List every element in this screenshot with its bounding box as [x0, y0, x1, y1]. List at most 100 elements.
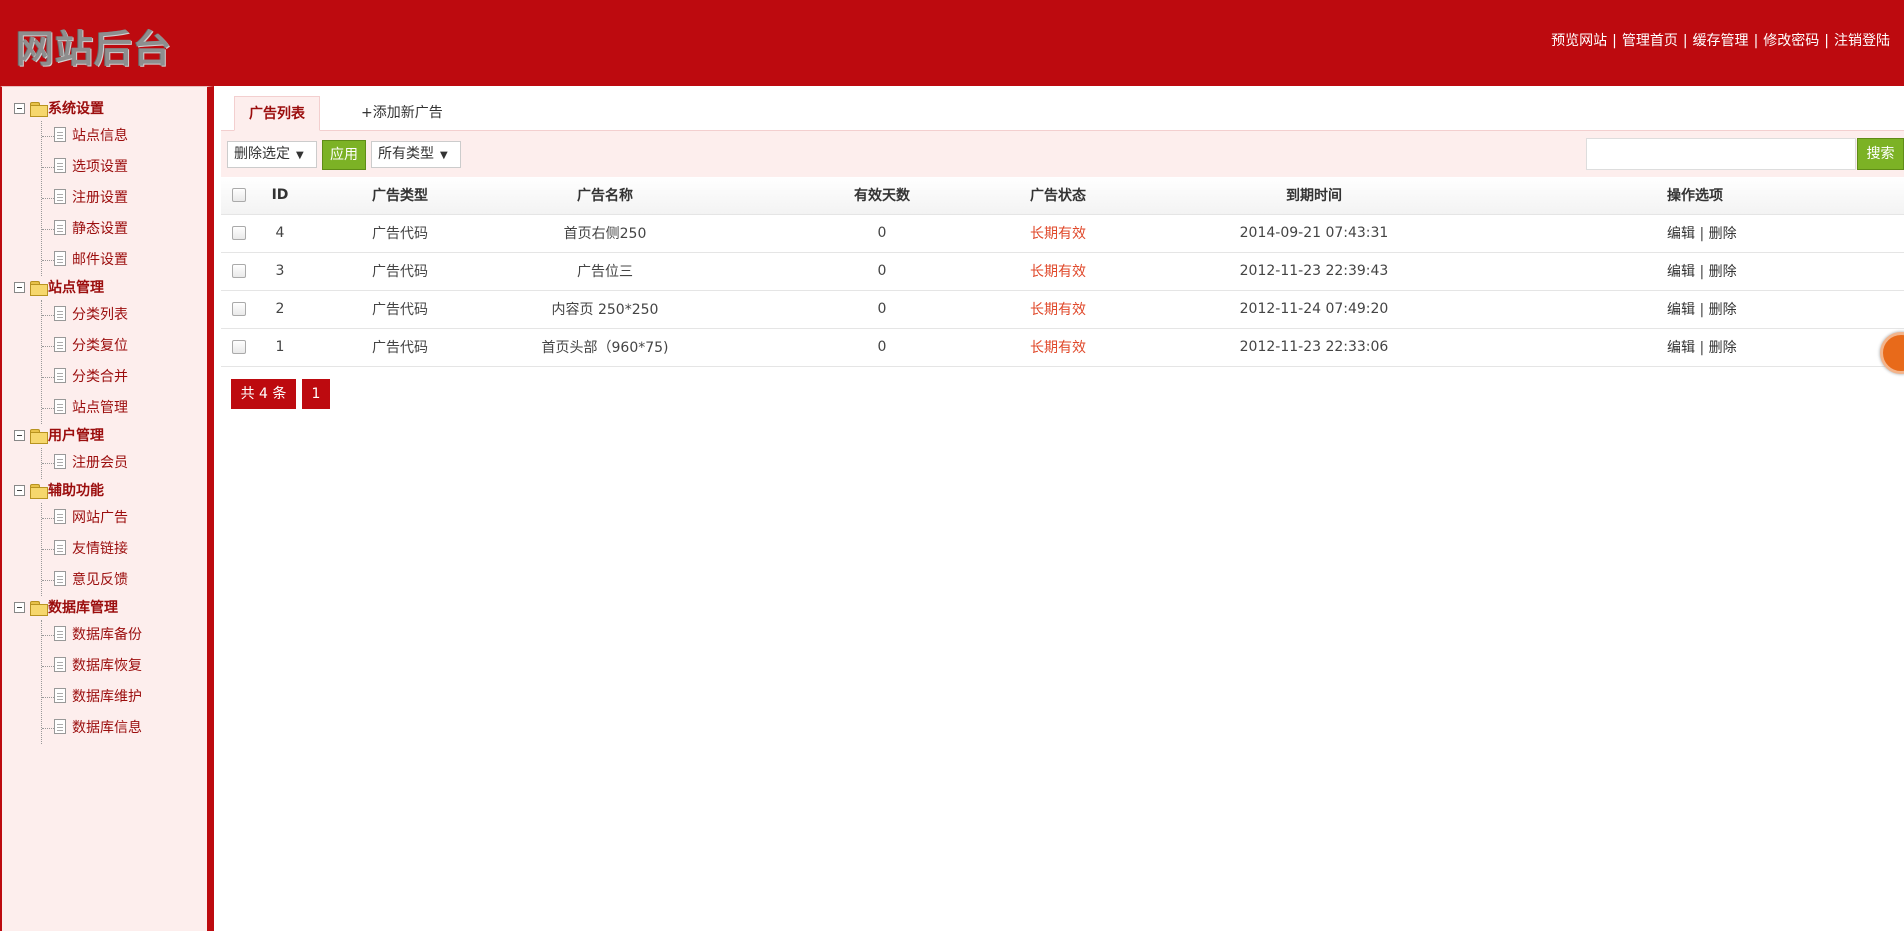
- folder-icon: [30, 429, 48, 444]
- row-checkbox-cell: [221, 290, 257, 329]
- sidebar-item-label: 分类合并: [72, 369, 128, 385]
- row-checkbox[interactable]: [232, 340, 246, 354]
- sidebar-item[interactable]: 数据库信息: [42, 713, 207, 744]
- delete-link[interactable]: 删除: [1709, 264, 1737, 280]
- document-icon: [54, 454, 66, 469]
- col-name[interactable]: 广告名称: [451, 177, 759, 215]
- sidebar-group-title: 站点管理: [48, 280, 104, 296]
- sidebar-item[interactable]: 数据库恢复: [42, 651, 207, 682]
- cell-actions: 编辑 | 删除: [1517, 290, 1904, 329]
- row-checkbox[interactable]: [232, 226, 246, 240]
- preview-site-link[interactable]: 预览网站: [1551, 33, 1607, 49]
- tab-ad-list[interactable]: 广告列表: [234, 96, 320, 131]
- table-row: 2 广告代码 内容页 250*250 0 长期有效 2012-11-24 07:…: [221, 290, 1904, 329]
- collapse-icon[interactable]: [14, 485, 25, 496]
- col-status[interactable]: 广告状态: [1005, 177, 1111, 215]
- sidebar-item-label: 数据库信息: [72, 720, 142, 736]
- sidebar-group-header[interactable]: 用户管理: [2, 424, 207, 448]
- sidebar-group-user: 用户管理 注册会员: [2, 424, 207, 479]
- sidebar-item[interactable]: 网站广告: [42, 503, 207, 534]
- delete-link[interactable]: 删除: [1709, 340, 1737, 356]
- type-filter-select[interactable]: 所有类型 ▼: [371, 141, 461, 168]
- sidebar-item[interactable]: 静态设置: [42, 214, 207, 245]
- sidebar-item-label: 选项设置: [72, 159, 128, 175]
- sidebar-item[interactable]: 友情链接: [42, 534, 207, 565]
- row-checkbox-cell: [221, 252, 257, 291]
- change-password-link[interactable]: 修改密码: [1763, 33, 1819, 49]
- sidebar-item[interactable]: 数据库维护: [42, 682, 207, 713]
- col-actions: 操作选项: [1517, 177, 1904, 215]
- sidebar-group-header[interactable]: 辅助功能: [2, 479, 207, 503]
- sidebar-item[interactable]: 分类合并: [42, 362, 207, 393]
- apply-button[interactable]: 应用: [322, 140, 366, 170]
- document-icon: [54, 189, 66, 204]
- sidebar-item-label: 邮件设置: [72, 252, 128, 268]
- cache-manage-link[interactable]: 缓存管理: [1693, 33, 1749, 49]
- cell-type: 广告代码: [303, 252, 451, 291]
- sidebar-group-header[interactable]: 站点管理: [2, 276, 207, 300]
- sidebar-item-label: 站点信息: [72, 128, 128, 144]
- document-icon: [54, 337, 66, 352]
- sidebar-item[interactable]: 注册会员: [42, 448, 207, 479]
- search-input[interactable]: [1586, 138, 1856, 170]
- edit-link[interactable]: 编辑: [1667, 302, 1695, 318]
- tab-add-ad[interactable]: +添加新广告: [347, 96, 457, 131]
- admin-home-link[interactable]: 管理首页: [1622, 33, 1678, 49]
- folder-icon: [30, 281, 48, 296]
- edit-link[interactable]: 编辑: [1667, 264, 1695, 280]
- sidebar-item[interactable]: 注册设置: [42, 183, 207, 214]
- sidebar-item[interactable]: 数据库备份: [42, 620, 207, 651]
- document-icon: [54, 127, 66, 142]
- sidebar-item-label: 数据库备份: [72, 627, 142, 643]
- collapse-icon[interactable]: [14, 282, 25, 293]
- col-expire[interactable]: 到期时间: [1111, 177, 1517, 215]
- page-button[interactable]: 1: [302, 379, 330, 409]
- sidebar-group-header[interactable]: 系统设置: [2, 97, 207, 121]
- main-content: 广告列表 +添加新广告 删除选定 ▼ 应用 所有类型 ▼ 搜索 ID 广告类型 广告…: [221, 86, 1904, 931]
- cell-type: 广告代码: [303, 328, 451, 367]
- table-row: 3 广告代码 广告位三 0 长期有效 2012-11-23 22:39:43 编…: [221, 252, 1904, 291]
- document-icon: [54, 571, 66, 586]
- row-checkbox[interactable]: [232, 302, 246, 316]
- delete-link[interactable]: 删除: [1709, 226, 1737, 242]
- col-days[interactable]: 有效天数: [759, 177, 1005, 215]
- sidebar-item[interactable]: 站点信息: [42, 121, 207, 152]
- col-type[interactable]: 广告类型: [303, 177, 451, 215]
- sidebar-item[interactable]: 分类列表: [42, 300, 207, 331]
- sidebar-item[interactable]: 选项设置: [42, 152, 207, 183]
- op-separator: |: [1699, 264, 1705, 280]
- sidebar-item-label: 数据库恢复: [72, 658, 142, 674]
- sidebar-item[interactable]: 邮件设置: [42, 245, 207, 276]
- sidebar-item[interactable]: 分类复位: [42, 331, 207, 362]
- cell-days: 0: [759, 214, 1005, 253]
- edit-link[interactable]: 编辑: [1667, 226, 1695, 242]
- search-button[interactable]: 搜索: [1857, 138, 1904, 170]
- sidebar-item-label: 数据库维护: [72, 689, 142, 705]
- sidebar-item[interactable]: 站点管理: [42, 393, 207, 424]
- sidebar-item-label: 网站广告: [72, 510, 128, 526]
- logout-link[interactable]: 注销登陆: [1834, 33, 1890, 49]
- sidebar-item[interactable]: 意见反馈: [42, 565, 207, 596]
- document-icon: [54, 509, 66, 524]
- dropdown-arrow-icon: ▼: [440, 150, 448, 161]
- link-separator: |: [1824, 33, 1829, 49]
- type-filter-value: 所有类型: [378, 146, 434, 162]
- cell-id: 1: [257, 328, 303, 367]
- row-checkbox[interactable]: [232, 264, 246, 278]
- collapse-icon[interactable]: [14, 103, 25, 114]
- select-all-checkbox[interactable]: [232, 188, 246, 203]
- sidebar-item-label: 友情链接: [72, 541, 128, 557]
- col-id[interactable]: ID: [257, 177, 303, 215]
- collapse-icon[interactable]: [14, 430, 25, 441]
- cell-expire: 2014-09-21 07:43:31: [1111, 214, 1517, 253]
- row-checkbox-cell: [221, 214, 257, 253]
- collapse-icon[interactable]: [14, 602, 25, 613]
- edit-link[interactable]: 编辑: [1667, 340, 1695, 356]
- table-row: 1 广告代码 首页头部（960*75) 0 长期有效 2012-11-23 22…: [221, 328, 1904, 367]
- delete-link[interactable]: 删除: [1709, 302, 1737, 318]
- cell-status: 长期有效: [1005, 252, 1111, 291]
- row-checkbox-cell: [221, 328, 257, 367]
- sidebar-group-header[interactable]: 数据库管理: [2, 596, 207, 620]
- bulk-action-select[interactable]: 删除选定 ▼: [227, 141, 317, 168]
- cell-id: 4: [257, 214, 303, 253]
